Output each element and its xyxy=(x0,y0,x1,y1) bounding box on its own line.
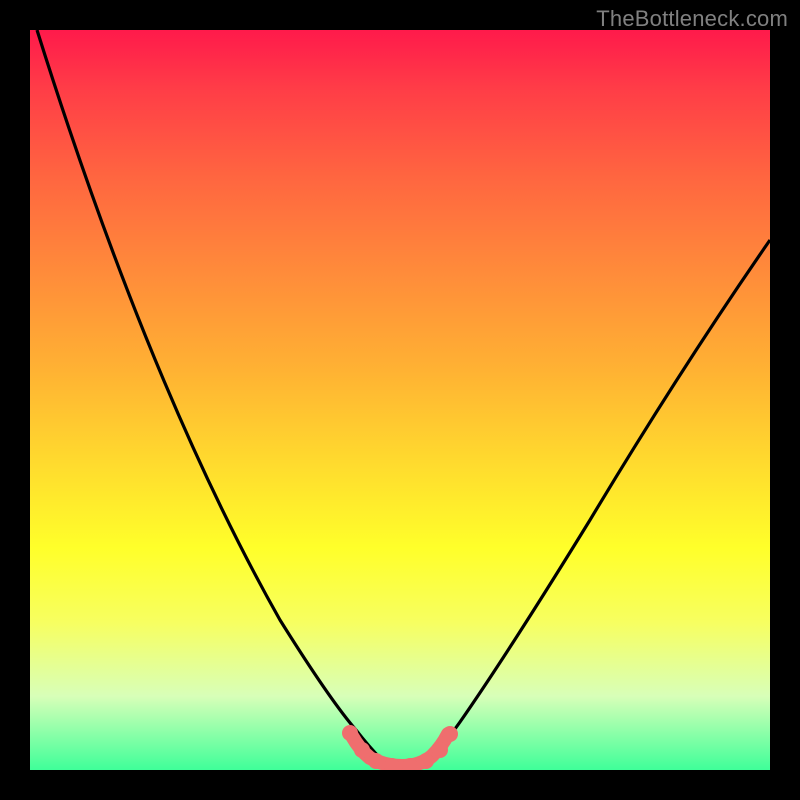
chart-frame: TheBottleneck.com xyxy=(0,0,800,800)
plot-area xyxy=(30,30,770,770)
bottleneck-curve-path xyxy=(37,30,770,768)
chart-svg xyxy=(30,30,770,770)
watermark-text: TheBottleneck.com xyxy=(596,6,788,32)
